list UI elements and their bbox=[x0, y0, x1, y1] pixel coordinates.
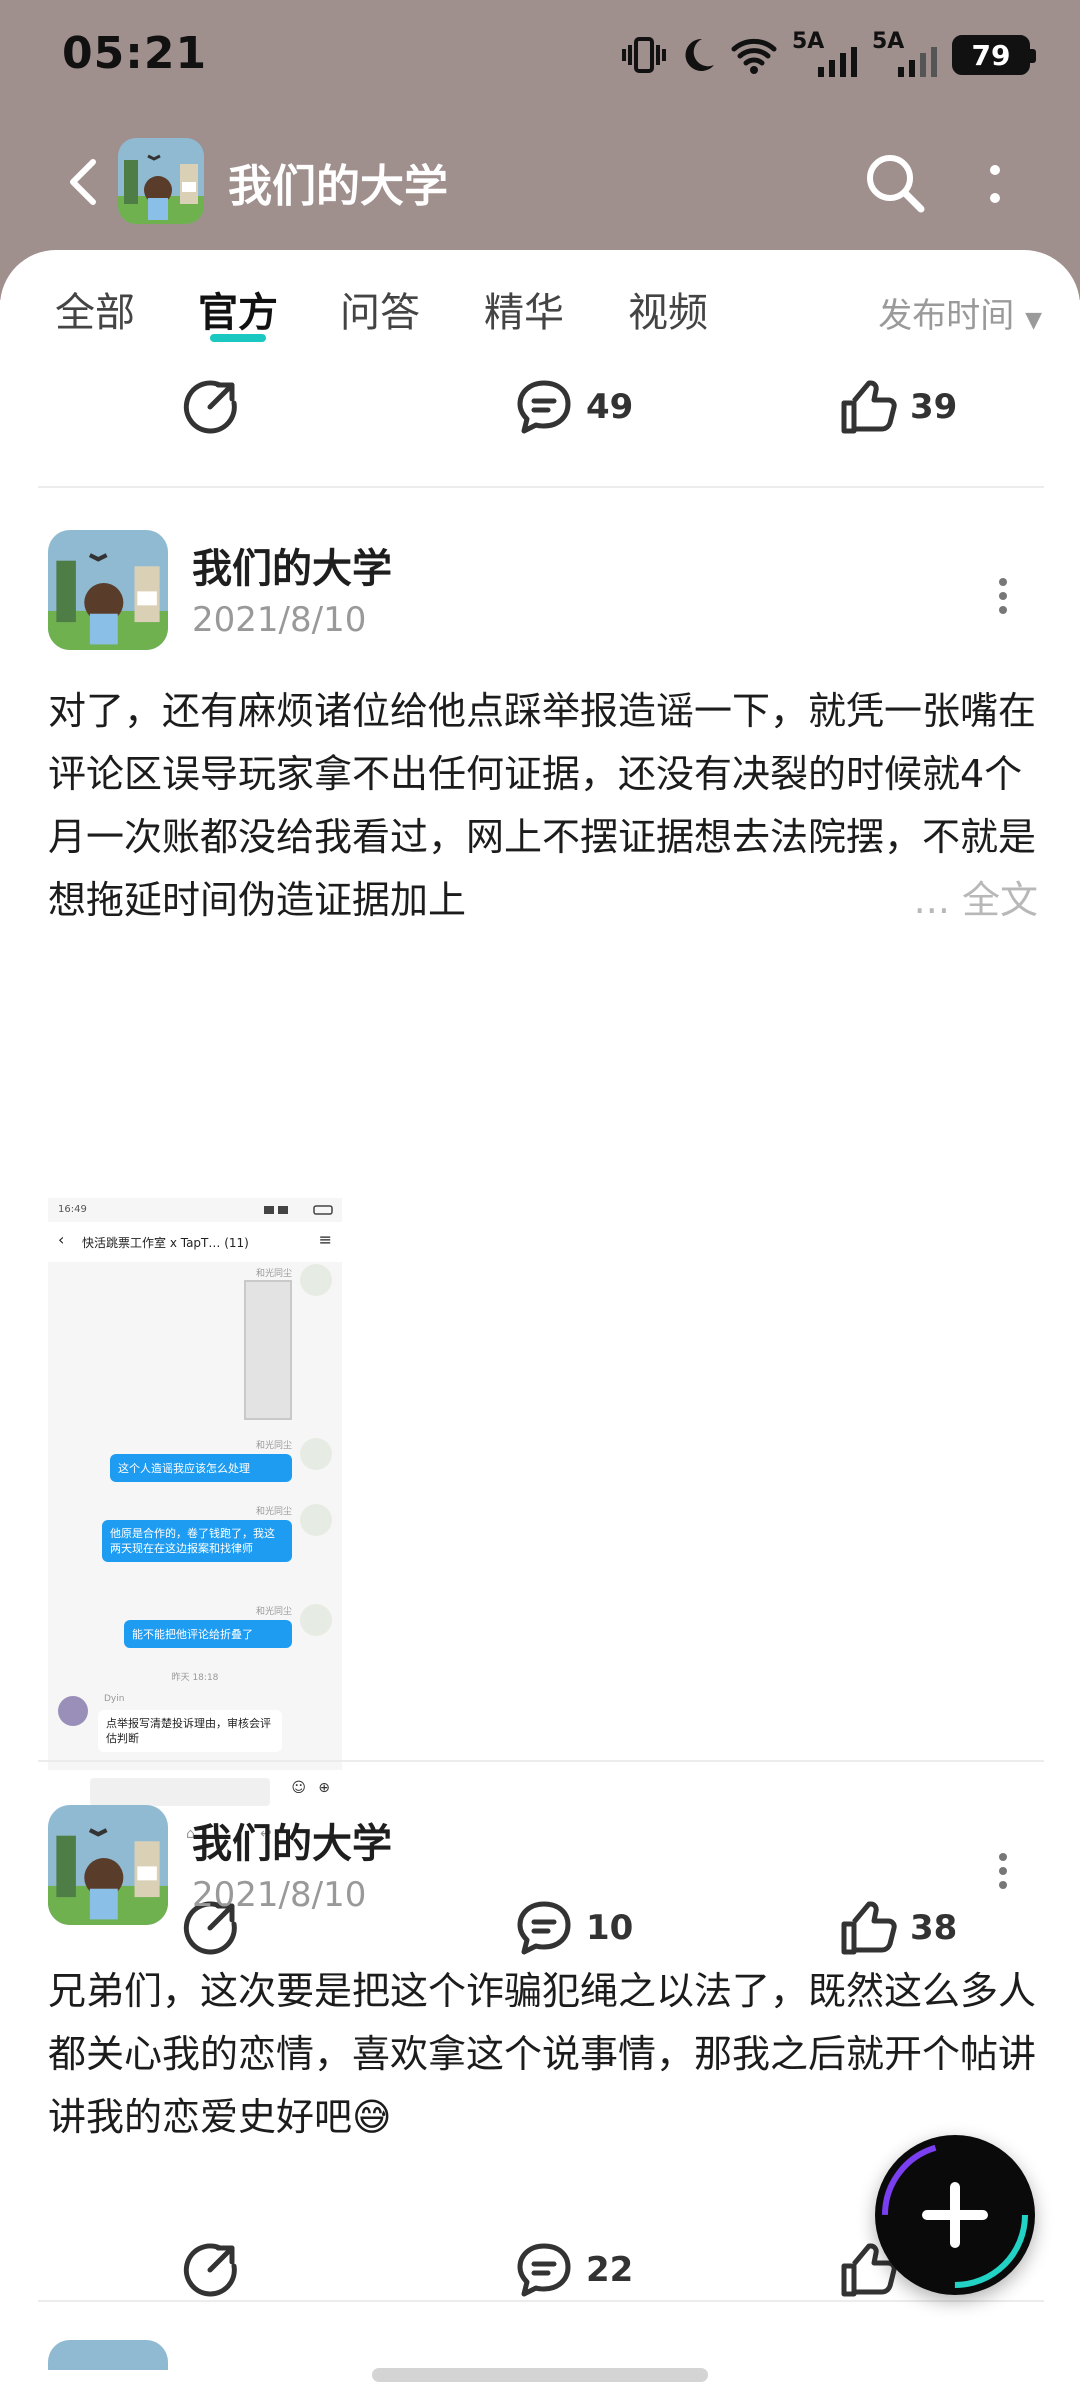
top-bar: 我们的大学 bbox=[0, 130, 1080, 240]
game-logo-icon bbox=[48, 1805, 168, 1925]
avatar[interactable] bbox=[48, 1805, 168, 1925]
status-icons: 5A 5A 79 bbox=[622, 29, 1036, 78]
shot-time: 16:49 bbox=[58, 1204, 87, 1215]
shot-msg-1: 这个人造谣我应该怎么处理 bbox=[110, 1454, 292, 1482]
shot-status-icons bbox=[264, 1205, 333, 1215]
thumbs-up-icon bbox=[841, 380, 897, 434]
shot-menu-icon: ≡ bbox=[318, 1230, 332, 1249]
create-post-button[interactable] bbox=[875, 2135, 1035, 2295]
battery-level: 79 bbox=[971, 38, 1011, 72]
comment-button[interactable]: 49 bbox=[514, 362, 633, 452]
divider bbox=[38, 486, 1044, 488]
divider bbox=[38, 1760, 1044, 1762]
shot-avatar bbox=[300, 1604, 332, 1636]
sort-dropdown[interactable]: 发布时间 ▼ bbox=[878, 288, 1042, 337]
game-logo-icon bbox=[118, 138, 204, 224]
tab-qa[interactable]: 问答 bbox=[340, 280, 420, 338]
shot-msg-2: 他原是合作的，卷了钱跑了，我这两天现在在这边报案和找律师 bbox=[102, 1520, 292, 1562]
shot-avatar bbox=[300, 1264, 332, 1296]
post-text[interactable]: 对了，还有麻烦诸位给他点踩举报造谣一下，就凭一张嘴在评论区误导玩家拿不出任何证据… bbox=[48, 680, 1038, 940]
app-screen: 05:21 5A 5A 79 我们的大学 全部 官方 问答 精华 视频 发布时间… bbox=[0, 0, 1080, 2403]
signal-2: 5A bbox=[872, 29, 938, 77]
post-text[interactable]: 兄弟们，这次要是把这个诈骗犯绳之以法了，既然这么多人都关心我的恋情，喜欢拿这个说… bbox=[48, 1960, 1038, 2149]
shot-image-msg bbox=[244, 1280, 292, 1420]
author-name[interactable]: 我们的大学 bbox=[192, 1811, 392, 1869]
home-indicator[interactable] bbox=[372, 2368, 708, 2382]
plus-icon bbox=[882, 2142, 1028, 2288]
share-button[interactable] bbox=[180, 362, 240, 452]
wifi-icon bbox=[731, 38, 777, 74]
page-title: 我们的大学 bbox=[228, 161, 448, 212]
shot-plus-icon: ⊕ bbox=[318, 1780, 330, 1796]
tab-video[interactable]: 视频 bbox=[628, 280, 708, 338]
shot-avatar bbox=[300, 1438, 332, 1470]
more-options-icon[interactable] bbox=[975, 150, 1015, 220]
search-icon[interactable] bbox=[860, 148, 930, 218]
share-icon bbox=[183, 2243, 237, 2297]
post-actions: 49 39 bbox=[0, 362, 1080, 452]
signal-bars-icon bbox=[898, 47, 937, 77]
post-more-icon[interactable] bbox=[988, 1845, 1018, 1895]
post-card[interactable]: 我们的大学 2021/8/10 对了，还有麻烦诸位给他点踩举报造谣一下，就凭一张… bbox=[0, 530, 1080, 1970]
next-post-avatar bbox=[48, 2340, 168, 2370]
like-count: 39 bbox=[910, 387, 958, 427]
shot-back-icon: ‹ bbox=[58, 1230, 65, 1249]
tab-all[interactable]: 全部 bbox=[55, 280, 135, 338]
shot-emoji-icon: ☺ bbox=[291, 1780, 306, 1796]
like-button[interactable]: 39 bbox=[838, 362, 957, 452]
shot-timestamp: 昨天 18:18 bbox=[171, 1673, 219, 1683]
tab-featured[interactable]: 精华 bbox=[484, 280, 564, 338]
shot-msg-3: 能不能把他评论给折叠了 bbox=[124, 1620, 292, 1648]
comment-icon bbox=[517, 380, 571, 434]
expand-full-text[interactable]: ... 全文 bbox=[899, 869, 1038, 932]
shot-sender: 和光同尘 bbox=[255, 1507, 292, 1517]
shot-reply: 点举报写清楚投诉理由，审核会评估判断 bbox=[98, 1710, 282, 1752]
divider bbox=[38, 2300, 1044, 2302]
shot-input-field bbox=[90, 1778, 270, 1806]
shot-reply-name: Dyin bbox=[104, 1694, 125, 1704]
post-date: 2021/8/10 bbox=[192, 600, 367, 640]
share-icon bbox=[183, 380, 237, 434]
community-logo[interactable] bbox=[118, 138, 204, 224]
post-body: 兄弟们，这次要是把这个诈骗犯绳之以法了，既然这么多人都关心我的恋情，喜欢拿这个说… bbox=[48, 1969, 1037, 2139]
battery-icon: 79 bbox=[952, 35, 1036, 75]
avatar[interactable] bbox=[48, 530, 168, 650]
shot-chat-title: 快活跳票工作室 x TapT… (11) bbox=[82, 1236, 249, 1250]
shot-sender: 和光同尘 bbox=[255, 1607, 292, 1617]
content-sheet: 全部 官方 问答 精华 视频 发布时间 ▼ 49 39 我们的大学 2021/8… bbox=[0, 250, 1080, 2403]
caret-down-icon: ▼ bbox=[1025, 308, 1042, 333]
tab-official[interactable]: 官方 bbox=[198, 280, 278, 342]
comment-icon bbox=[517, 2243, 571, 2297]
shot-reply-avatar bbox=[58, 1696, 88, 1726]
sort-label: 发布时间 bbox=[878, 296, 1015, 336]
shot-sender: 和光同尘 bbox=[255, 1441, 292, 1451]
shot-sender: 和光同尘 bbox=[255, 1269, 292, 1279]
moon-icon bbox=[685, 38, 714, 71]
vibrate-icon bbox=[622, 37, 666, 73]
signal-bars-icon bbox=[818, 47, 857, 77]
status-bar: 05:21 5A 5A 79 bbox=[0, 0, 1080, 110]
status-time: 05:21 bbox=[62, 28, 208, 79]
signal-1: 5A bbox=[792, 29, 858, 77]
game-logo-icon bbox=[48, 530, 168, 650]
back-icon[interactable] bbox=[55, 152, 115, 212]
post-date: 2021/8/10 bbox=[192, 1875, 367, 1915]
comment-count: 22 bbox=[586, 2250, 634, 2290]
shot-avatar bbox=[300, 1504, 332, 1536]
shot-chat-header: ‹ 快活跳票工作室 x TapT… (11) ≡ bbox=[48, 1222, 342, 1262]
author-name[interactable]: 我们的大学 bbox=[192, 536, 392, 594]
tab-bar: 全部 官方 问答 精华 视频 发布时间 ▼ bbox=[0, 280, 1080, 350]
post-more-icon[interactable] bbox=[988, 570, 1018, 620]
comment-count: 49 bbox=[586, 387, 634, 427]
post-body: 对了，还有麻烦诸位给他点踩举报造谣一下，就凭一张嘴在评论区误导玩家拿不出任何证据… bbox=[48, 689, 1037, 922]
post-image[interactable]: 16:49 ‹ 快活跳票工作室 x TapT… (11) ≡ 和光同尘 和光同尘… bbox=[48, 1198, 342, 1864]
